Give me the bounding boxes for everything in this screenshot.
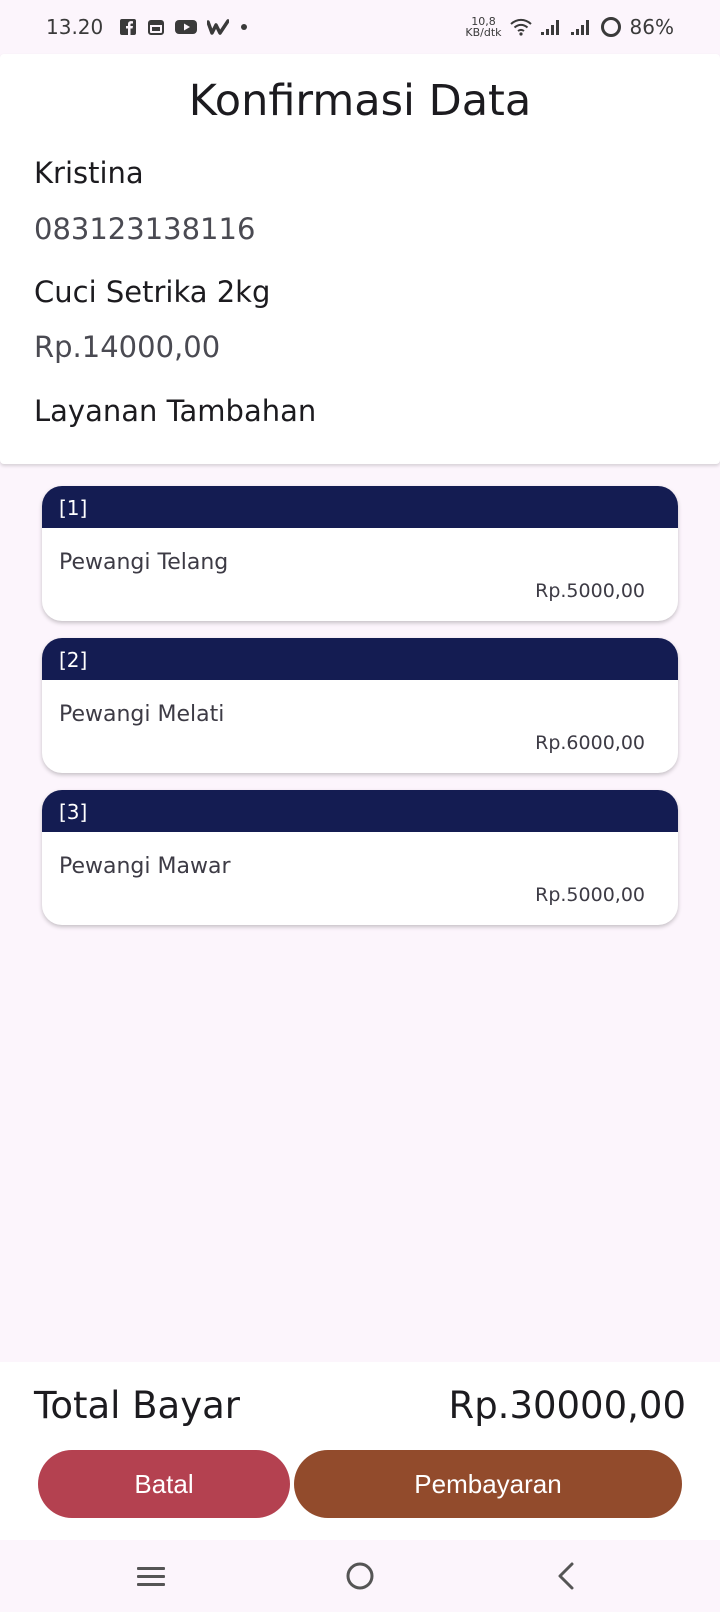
page-title: Konfirmasi Data (188, 76, 532, 126)
addon-price: Rp.5000,00 (535, 884, 645, 906)
battery-icon (600, 16, 622, 38)
battery-percent: 86% (629, 15, 674, 39)
payment-button[interactable]: Pembayaran (294, 1450, 682, 1518)
screen: 13.20 10,8 KB/dtk 86% Konfirmasi Data Kr… (0, 0, 720, 1612)
service-price: Rp.14000,00 (34, 330, 221, 364)
customer-name: Kristina (34, 156, 144, 190)
service-name: Cuci Setrika 2kg (34, 275, 271, 309)
confirmation-card: Konfirmasi Data Kristina 083123138116 Cu… (0, 54, 720, 464)
addon-index: [1] (42, 486, 678, 528)
addon-name: Pewangi Mawar (59, 854, 231, 879)
home-icon[interactable] (338, 1556, 382, 1596)
menu-icon[interactable] (129, 1556, 173, 1596)
status-bar: 13.20 10,8 KB/dtk 86% (0, 0, 720, 54)
dot-icon (239, 22, 249, 32)
facebook-icon (119, 18, 137, 36)
addon-name: Pewangi Melati (59, 702, 225, 727)
back-icon[interactable] (544, 1556, 588, 1596)
list-item: [3] Pewangi Mawar Rp.5000,00 (42, 790, 678, 925)
clock: 13.20 (46, 15, 104, 39)
signal-icon-1 (540, 18, 562, 36)
addon-price: Rp.5000,00 (535, 580, 645, 602)
total-label: Total Bayar (34, 1384, 241, 1427)
addons-list: [1] Pewangi Telang Rp.5000,00 [2] Pewang… (42, 486, 678, 942)
addon-index: [2] (42, 638, 678, 680)
network-speed-unit: KB/dtk (465, 26, 502, 39)
signal-icon-2 (570, 18, 592, 36)
addon-price: Rp.6000,00 (535, 732, 645, 754)
wattpad-icon (207, 19, 230, 35)
addons-section-label: Layanan Tambahan (34, 394, 317, 428)
youtube-icon (175, 19, 198, 35)
system-nav-bar (0, 1540, 720, 1612)
addon-name: Pewangi Telang (59, 550, 229, 575)
cancel-button[interactable]: Batal (38, 1450, 290, 1518)
addon-index: [3] (42, 790, 678, 832)
list-item: [1] Pewangi Telang Rp.5000,00 (42, 486, 678, 621)
wifi-icon (509, 18, 532, 36)
total-value: Rp.30000,00 (448, 1384, 686, 1427)
payment-footer: Total Bayar Rp.30000,00 Batal Pembayaran (0, 1362, 720, 1540)
calendar-icon (147, 18, 165, 36)
customer-phone: 083123138116 (34, 212, 256, 246)
network-speed: 10,8 KB/dtk (465, 16, 501, 38)
list-item: [2] Pewangi Melati Rp.6000,00 (42, 638, 678, 773)
